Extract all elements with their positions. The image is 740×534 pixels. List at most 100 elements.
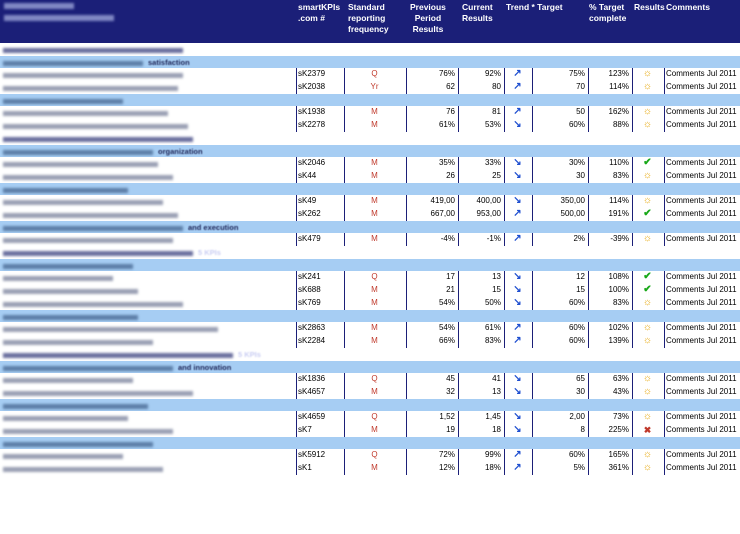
previous-result-cell[interactable]: 17 (408, 271, 455, 284)
previous-result-cell[interactable]: 54% (408, 322, 455, 335)
comments-link[interactable]: Comments Jul 2011 (666, 157, 737, 170)
target-complete-cell[interactable]: 108% (590, 271, 629, 284)
kpi-id-cell[interactable]: sK2863 (298, 322, 341, 335)
target-complete-cell[interactable]: 114% (590, 195, 629, 208)
current-result-cell[interactable]: 81 (460, 106, 501, 119)
kpi-id-cell[interactable]: sK2038 (298, 81, 341, 94)
comments-link[interactable]: Comments Jul 2011 (666, 449, 737, 462)
comments-link[interactable]: Comments Jul 2011 (666, 284, 737, 297)
frequency-cell[interactable]: M (346, 335, 403, 348)
previous-result-cell[interactable]: 66% (408, 335, 455, 348)
target-complete-cell[interactable]: -39% (590, 233, 629, 246)
current-result-cell[interactable]: 80 (460, 81, 501, 94)
target-cell[interactable]: 60% (534, 449, 585, 462)
previous-result-cell[interactable]: 45 (408, 373, 455, 386)
previous-result-cell[interactable]: 72% (408, 449, 455, 462)
target-complete-cell[interactable]: 123% (590, 68, 629, 81)
kpi-id-cell[interactable]: sK4657 (298, 386, 341, 399)
comments-link[interactable]: Comments Jul 2011 (666, 271, 737, 284)
kpi-id-cell[interactable]: sK688 (298, 284, 341, 297)
col-header-frequency[interactable]: Standard reporting frequency (348, 2, 389, 35)
target-complete-cell[interactable]: 225% (590, 424, 629, 437)
previous-result-cell[interactable]: -4% (408, 233, 455, 246)
target-cell[interactable]: 8 (534, 424, 585, 437)
comments-link[interactable]: Comments Jul 2011 (666, 424, 737, 437)
current-result-cell[interactable]: 13 (460, 386, 501, 399)
col-header-target-complete[interactable]: % Target complete (589, 2, 626, 24)
target-complete-cell[interactable]: 73% (590, 411, 629, 424)
target-cell[interactable]: 30 (534, 170, 585, 183)
kpi-id-cell[interactable]: sK2284 (298, 335, 341, 348)
comments-link[interactable]: Comments Jul 2011 (666, 81, 737, 94)
previous-result-cell[interactable]: 21 (408, 284, 455, 297)
kpi-id-cell[interactable]: sK2278 (298, 119, 341, 132)
previous-result-cell[interactable]: 61% (408, 119, 455, 132)
comments-link[interactable]: Comments Jul 2011 (666, 170, 737, 183)
previous-result-cell[interactable]: 26 (408, 170, 455, 183)
kpi-id-cell[interactable]: sK5912 (298, 449, 341, 462)
target-cell[interactable]: 60% (534, 322, 585, 335)
current-result-cell[interactable]: 25 (460, 170, 501, 183)
previous-result-cell[interactable]: 1,52 (408, 411, 455, 424)
target-complete-cell[interactable]: 43% (590, 386, 629, 399)
target-complete-cell[interactable]: 102% (590, 322, 629, 335)
current-result-cell[interactable]: 18% (460, 462, 501, 475)
frequency-cell[interactable]: M (346, 208, 403, 221)
current-result-cell[interactable]: 41 (460, 373, 501, 386)
previous-result-cell[interactable]: 54% (408, 297, 455, 310)
col-header-trend-target[interactable]: Trend * Target (506, 2, 563, 13)
target-cell[interactable]: 70 (534, 81, 585, 94)
target-cell[interactable]: 60% (534, 119, 585, 132)
current-result-cell[interactable]: 53% (460, 119, 501, 132)
frequency-cell[interactable]: M (346, 119, 403, 132)
current-result-cell[interactable]: 400,00 (460, 195, 501, 208)
current-result-cell[interactable]: 99% (460, 449, 501, 462)
target-cell[interactable]: 65 (534, 373, 585, 386)
target-cell[interactable]: 50 (534, 106, 585, 119)
target-complete-cell[interactable]: 191% (590, 208, 629, 221)
previous-result-cell[interactable]: 19 (408, 424, 455, 437)
frequency-cell[interactable]: M (346, 233, 403, 246)
comments-link[interactable]: Comments Jul 2011 (666, 297, 737, 310)
current-result-cell[interactable]: 33% (460, 157, 501, 170)
comments-link[interactable]: Comments Jul 2011 (666, 386, 737, 399)
target-cell[interactable]: 30% (534, 157, 585, 170)
kpi-id-cell[interactable]: sK479 (298, 233, 341, 246)
comments-link[interactable]: Comments Jul 2011 (666, 233, 737, 246)
kpi-id-cell[interactable]: sK4659 (298, 411, 341, 424)
comments-link[interactable]: Comments Jul 2011 (666, 462, 737, 475)
target-cell[interactable]: 15 (534, 284, 585, 297)
target-cell[interactable]: 500,00 (534, 208, 585, 221)
target-cell[interactable]: 350,00 (534, 195, 585, 208)
col-header-comments[interactable]: Comments (666, 2, 710, 13)
kpi-id-cell[interactable]: sK2379 (298, 68, 341, 81)
previous-result-cell[interactable]: 667,00 (408, 208, 455, 221)
target-complete-cell[interactable]: 110% (590, 157, 629, 170)
frequency-cell[interactable]: M (346, 284, 403, 297)
kpi-id-cell[interactable]: sK7 (298, 424, 341, 437)
frequency-cell[interactable]: M (346, 462, 403, 475)
comments-link[interactable]: Comments Jul 2011 (666, 322, 737, 335)
current-result-cell[interactable]: 15 (460, 284, 501, 297)
frequency-cell[interactable]: M (346, 424, 403, 437)
frequency-cell[interactable]: M (346, 322, 403, 335)
previous-result-cell[interactable]: 35% (408, 157, 455, 170)
target-complete-cell[interactable]: 114% (590, 81, 629, 94)
kpi-id-cell[interactable]: sK44 (298, 170, 341, 183)
previous-result-cell[interactable]: 76 (408, 106, 455, 119)
frequency-cell[interactable]: Q (346, 373, 403, 386)
kpi-id-cell[interactable]: sK1938 (298, 106, 341, 119)
kpi-id-cell[interactable]: sK49 (298, 195, 341, 208)
current-result-cell[interactable]: 13 (460, 271, 501, 284)
comments-link[interactable]: Comments Jul 2011 (666, 411, 737, 424)
target-complete-cell[interactable]: 165% (590, 449, 629, 462)
comments-link[interactable]: Comments Jul 2011 (666, 208, 737, 221)
target-complete-cell[interactable]: 83% (590, 297, 629, 310)
col-header-current[interactable]: Current Results (462, 2, 493, 24)
frequency-cell[interactable]: Q (346, 271, 403, 284)
current-result-cell[interactable]: 18 (460, 424, 501, 437)
current-result-cell[interactable]: 1,45 (460, 411, 501, 424)
comments-link[interactable]: Comments Jul 2011 (666, 195, 737, 208)
target-cell[interactable]: 5% (534, 462, 585, 475)
comments-link[interactable]: Comments Jul 2011 (666, 106, 737, 119)
